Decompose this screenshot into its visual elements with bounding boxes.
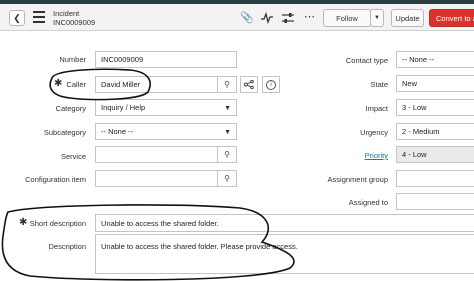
caller-annotation-circle (49, 68, 151, 101)
annotation-overlay (1, 68, 295, 281)
description-annotation-circle (1, 204, 295, 281)
